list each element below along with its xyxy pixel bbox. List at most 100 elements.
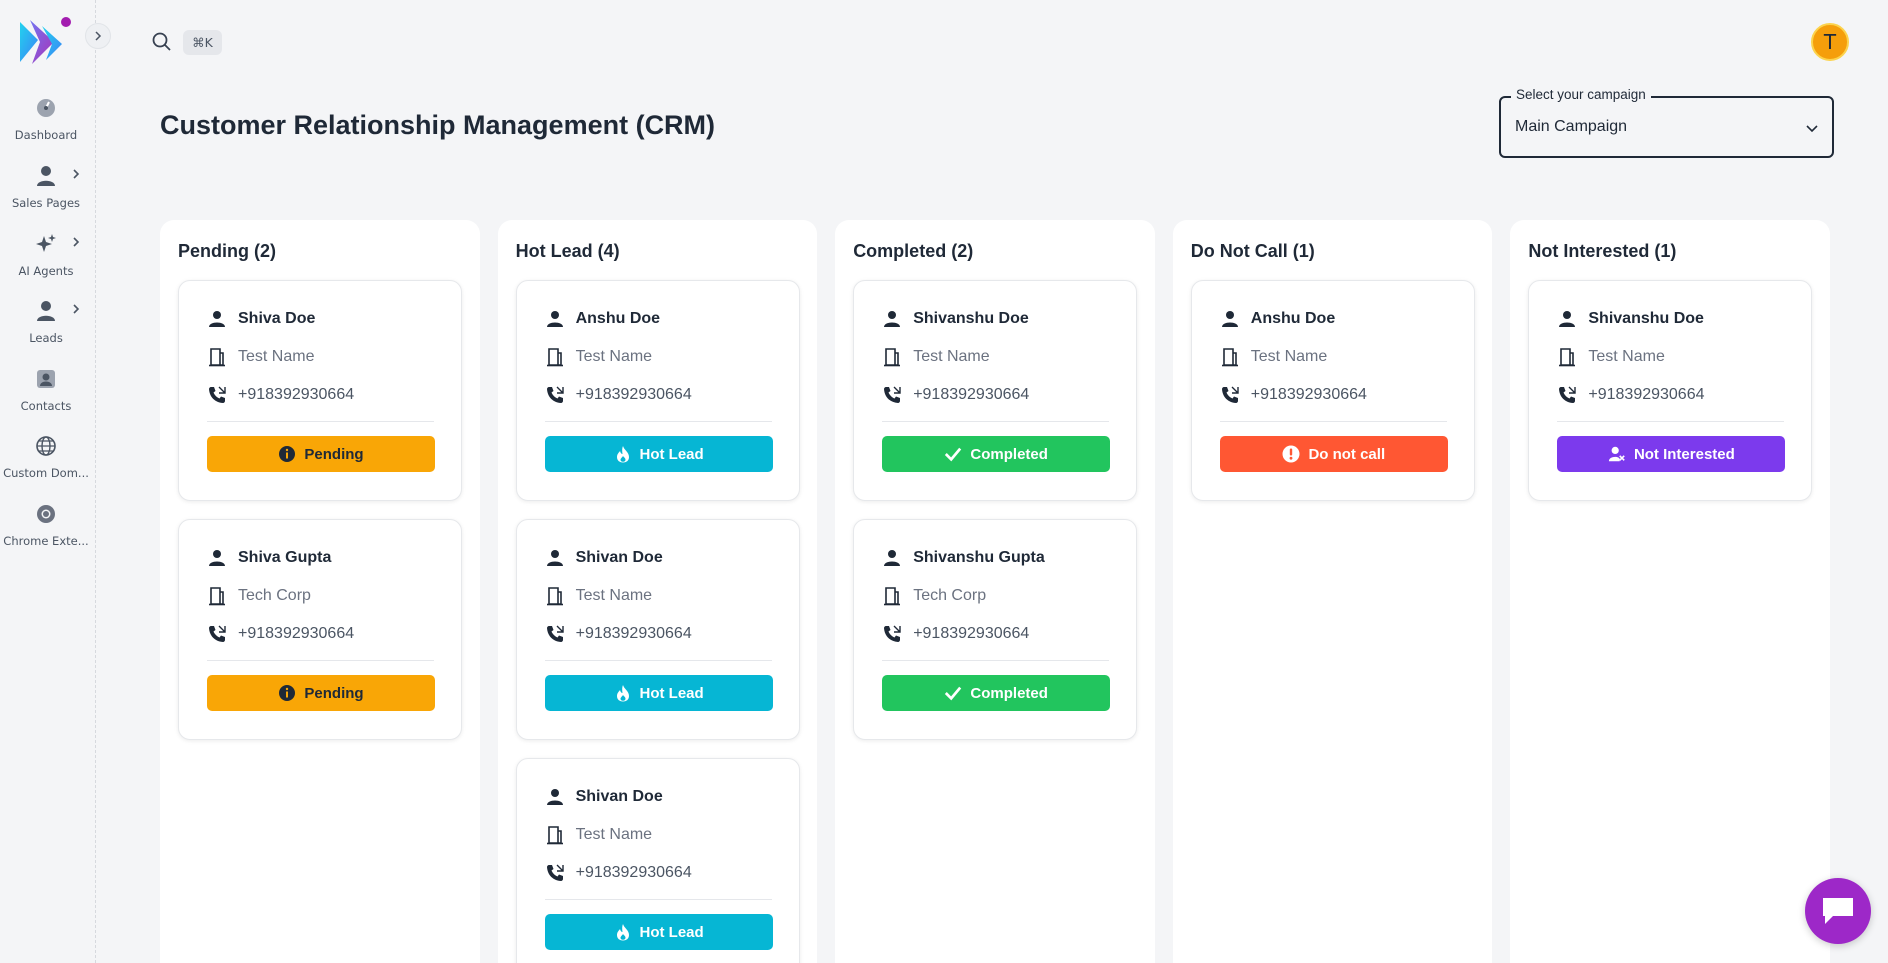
person-icon — [545, 548, 565, 568]
chevron-right-icon — [73, 304, 80, 314]
sidebar-item-label: Leads — [29, 331, 63, 345]
lead-phone[interactable]: +918392930664 — [1588, 386, 1704, 404]
lead-card[interactable]: Shiva Doe Test Name +918392930664 Pendin… — [178, 280, 462, 501]
lead-phone[interactable]: +918392930664 — [913, 386, 1029, 404]
status-label: Hot Lead — [639, 923, 704, 941]
lead-phone[interactable]: +918392930664 — [238, 625, 354, 643]
building-icon — [882, 586, 902, 606]
status-button[interactable]: Hot Lead — [544, 436, 773, 472]
chevron-down-icon — [1806, 125, 1818, 133]
person-icon — [1557, 309, 1577, 329]
lead-name: Shivanshu Doe — [913, 310, 1029, 327]
status-button[interactable]: Do not call — [1219, 436, 1448, 472]
sidebar-item-label: Sales Pages — [11, 196, 81, 210]
lead-company: Test Name — [575, 348, 653, 365]
kanban-column: Pending (2) Shiva Doe Test Name +9183929… — [160, 220, 480, 963]
lead-card[interactable]: Shivanshu Doe Test Name +918392930664 No… — [1528, 280, 1813, 501]
contact-card-icon — [34, 367, 58, 391]
lead-phone[interactable]: +918392930664 — [576, 386, 692, 404]
lead-name: Anshu Doe — [1250, 310, 1336, 327]
gauge-icon — [34, 96, 58, 120]
building-icon — [545, 347, 565, 367]
lead-phone[interactable]: +918392930664 — [576, 625, 692, 643]
lead-card[interactable]: Shivan Doe Test Name +918392930664 Hot L… — [515, 758, 800, 963]
lead-phone[interactable]: +918392930664 — [238, 386, 354, 404]
status-label: Pending — [304, 684, 364, 702]
status-label: Do not call — [1308, 445, 1386, 463]
lead-company: Test Name — [1588, 348, 1665, 365]
status-label: Completed — [970, 684, 1048, 702]
sidebar: Dashboard Sales Pages AI Agents Leads Co… — [0, 0, 111, 963]
lead-name: Shiva Gupta — [238, 549, 332, 566]
lead-card[interactable]: Anshu Doe Test Name +918392930664 Do not… — [1190, 280, 1475, 501]
status-button[interactable]: Pending — [207, 675, 435, 711]
building-icon — [882, 347, 902, 367]
lead-card[interactable]: Shivanshu Gupta Tech Corp +918392930664 … — [853, 519, 1138, 740]
card-divider — [882, 660, 1110, 661]
user-x-icon — [1608, 445, 1626, 463]
status-button[interactable]: Not Interested — [1557, 436, 1786, 472]
sidebar-item-dashboard[interactable]: Dashboard — [0, 90, 92, 150]
phone-icon — [882, 624, 902, 644]
card-divider — [544, 899, 772, 900]
collapse-sidebar-button[interactable] — [85, 23, 111, 49]
status-button[interactable]: Pending — [207, 436, 435, 472]
search-shortcut-badge[interactable]: ⌘K — [183, 30, 222, 55]
sidebar-item-ai-agents[interactable]: AI Agents — [0, 226, 92, 286]
column-title: Completed (2) — [853, 241, 974, 261]
person-icon — [34, 299, 58, 323]
lead-phone[interactable]: +918392930664 — [576, 864, 692, 882]
info-icon — [278, 684, 296, 702]
sidebar-item-contacts[interactable]: Contacts — [0, 361, 92, 421]
card-divider — [544, 660, 772, 661]
status-button[interactable]: Hot Lead — [544, 914, 773, 950]
card-divider — [882, 421, 1110, 422]
status-label: Hot Lead — [639, 445, 704, 463]
lead-company: Test Name — [575, 587, 653, 604]
sidebar-item-chrome-extension[interactable]: Chrome Exte... — [0, 496, 92, 556]
column-title: Do Not Call (1) — [1190, 241, 1315, 261]
sidebar-item-label: Custom Dom... — [3, 466, 89, 480]
status-button[interactable]: Completed — [882, 436, 1111, 472]
status-label: Not Interested — [1633, 445, 1735, 463]
sidebar-item-leads[interactable]: Leads — [0, 293, 92, 353]
building-icon — [207, 586, 227, 606]
status-button[interactable]: Hot Lead — [544, 675, 773, 711]
phone-icon — [1557, 385, 1577, 405]
lead-company: Tech Corp — [238, 587, 311, 604]
person-icon — [207, 309, 227, 329]
app-logo[interactable] — [18, 16, 74, 68]
globe-icon — [34, 434, 58, 458]
search-icon[interactable] — [152, 32, 172, 52]
campaign-select[interactable]: Select your campaign Main Campaign — [1499, 87, 1834, 158]
kanban-board: Pending (2) Shiva Doe Test Name +9183929… — [160, 220, 1830, 963]
lead-card[interactable]: Shiva Gupta Tech Corp +918392930664 Pend… — [178, 519, 462, 740]
lead-phone[interactable]: +918392930664 — [1251, 386, 1367, 404]
phone-icon — [1220, 385, 1240, 405]
status-label: Pending — [304, 445, 364, 463]
building-icon — [545, 586, 565, 606]
lead-company: Test Name — [1250, 348, 1328, 365]
person-icon — [545, 309, 565, 329]
person-icon — [545, 787, 565, 807]
person-icon — [207, 548, 227, 568]
card-divider — [207, 421, 434, 422]
phone-icon — [545, 863, 565, 883]
lead-card[interactable]: Shivan Doe Test Name +918392930664 Hot L… — [515, 519, 800, 740]
person-icon — [34, 164, 58, 188]
page-title: Customer Relationship Management (CRM) — [160, 110, 716, 140]
chat-button[interactable] — [1805, 878, 1871, 944]
lead-phone[interactable]: +918392930664 — [913, 625, 1029, 643]
info-icon — [278, 445, 296, 463]
phone-icon — [207, 385, 227, 405]
status-label: Hot Lead — [639, 684, 704, 702]
lead-card[interactable]: Shivanshu Doe Test Name +918392930664 Co… — [853, 280, 1138, 501]
avatar[interactable]: T — [1811, 23, 1849, 61]
person-icon — [1220, 309, 1240, 329]
campaign-select-value: Main Campaign — [1515, 118, 1628, 135]
sidebar-item-sales-pages[interactable]: Sales Pages — [0, 158, 92, 218]
sidebar-item-custom-domain[interactable]: Custom Dom... — [0, 428, 92, 488]
lead-card[interactable]: Anshu Doe Test Name +918392930664 Hot Le… — [515, 280, 800, 501]
status-button[interactable]: Completed — [882, 675, 1111, 711]
chevron-right-icon — [73, 169, 80, 179]
